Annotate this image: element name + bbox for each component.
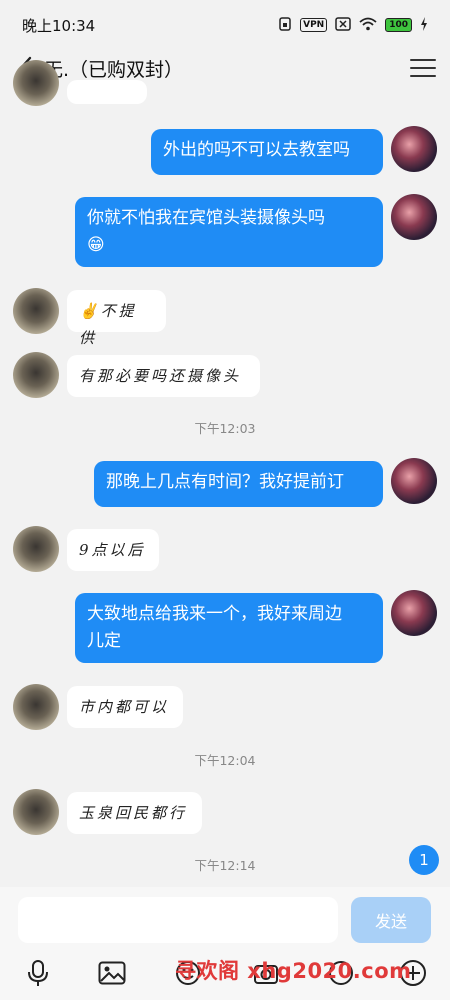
microphone-icon[interactable] bbox=[22, 957, 54, 989]
message-bubble-partial bbox=[67, 80, 147, 104]
message-bubble-incoming[interactable]: 有那必要吗还摄像头 bbox=[67, 355, 260, 397]
unread-count-badge[interactable]: 1 bbox=[409, 845, 439, 875]
contact-avatar[interactable] bbox=[13, 684, 59, 730]
watermark-text: 寻欢阁 xhg2020.com bbox=[175, 959, 412, 983]
charging-icon bbox=[420, 16, 428, 34]
timestamp: 下午12:04 bbox=[194, 753, 256, 768]
message-bubble-outgoing[interactable]: 外出的吗不可以去教室吗 bbox=[151, 129, 383, 175]
message-text-cont: 儿定 bbox=[87, 631, 121, 651]
my-avatar[interactable] bbox=[391, 590, 437, 636]
contact-avatar[interactable] bbox=[13, 60, 59, 106]
timestamp: 下午12:03 bbox=[194, 421, 256, 436]
timestamp: 下午12:14 bbox=[194, 858, 256, 873]
message-bubble-incoming[interactable]: 玉泉回民都行 bbox=[67, 792, 202, 834]
contact-avatar[interactable] bbox=[13, 789, 59, 835]
contact-avatar[interactable] bbox=[13, 352, 59, 398]
status-time: 晚上10:34 bbox=[22, 16, 96, 35]
message-text: 你就不怕我在宾馆头装摄像头吗 bbox=[87, 208, 325, 228]
wifi-icon bbox=[359, 17, 377, 34]
sim-icon bbox=[335, 16, 351, 34]
battery-icon: 100 bbox=[385, 18, 412, 32]
vpn-icon: VPN bbox=[300, 18, 328, 32]
chat-title: 无.（已购双封） bbox=[44, 58, 184, 81]
message-bubble-outgoing[interactable]: 你就不怕我在宾馆头装摄像头吗 😁 bbox=[75, 197, 383, 267]
screen-icon bbox=[278, 16, 292, 34]
my-avatar[interactable] bbox=[391, 194, 437, 240]
message-bubble-incoming[interactable]: 9点以后 bbox=[67, 529, 159, 571]
status-icons: VPN 100 bbox=[278, 16, 428, 34]
my-avatar[interactable] bbox=[391, 458, 437, 504]
message-text: 大致地点给我来一个，我好来周边 bbox=[87, 604, 342, 624]
message-bubble-incoming[interactable]: 市内都可以 bbox=[67, 686, 183, 728]
contact-avatar[interactable] bbox=[13, 526, 59, 572]
status-bar: 晚上10:34 VPN 100 bbox=[0, 0, 450, 50]
message-bubble-outgoing[interactable]: 那晚上几点有时间？我好提前订 bbox=[94, 461, 383, 507]
my-avatar[interactable] bbox=[391, 126, 437, 172]
message-bubble-incoming[interactable]: ✌不提供 bbox=[67, 290, 166, 347]
image-icon[interactable] bbox=[96, 957, 128, 989]
chat-header: 无.（已购双封） bbox=[0, 50, 450, 86]
menu-icon[interactable] bbox=[410, 57, 436, 79]
grin-emoji-icon: 😁 bbox=[87, 235, 105, 255]
send-button[interactable]: 发送 bbox=[351, 897, 431, 943]
message-bubble-outgoing[interactable]: 大致地点给我来一个，我好来周边 儿定 bbox=[75, 593, 383, 663]
contact-avatar[interactable] bbox=[13, 288, 59, 334]
message-input[interactable] bbox=[18, 897, 338, 943]
